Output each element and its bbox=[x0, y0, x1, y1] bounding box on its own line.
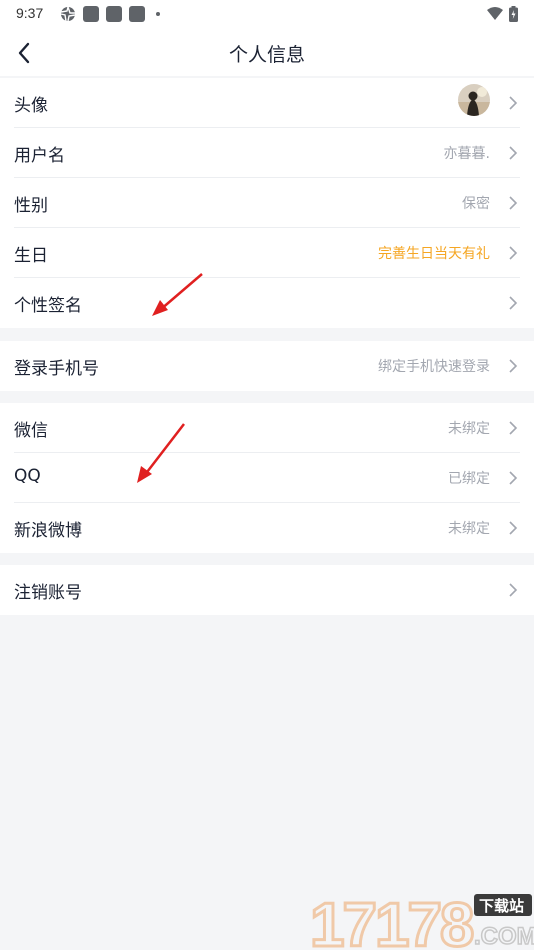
row-label: QQ bbox=[14, 466, 41, 486]
battery-icon bbox=[509, 6, 518, 22]
wechat-row[interactable]: 微信 未绑定 bbox=[0, 403, 534, 453]
status-bar: 9:37 bbox=[0, 0, 534, 30]
chevron-right-icon bbox=[509, 471, 518, 485]
notification-icon bbox=[129, 6, 145, 22]
nav-header: 个人信息 bbox=[0, 30, 534, 76]
svg-text:下载站: 下载站 bbox=[479, 897, 524, 915]
chevron-right-icon bbox=[509, 196, 518, 210]
birthday-value: 完善生日当天有礼 bbox=[378, 246, 490, 262]
row-label: 注销账号 bbox=[14, 583, 82, 603]
wechat-value: 未绑定 bbox=[448, 421, 490, 437]
phone-group: 登录手机号 绑定手机快速登录 bbox=[0, 341, 534, 391]
page-title: 个人信息 bbox=[228, 44, 305, 66]
chevron-right-icon bbox=[509, 421, 518, 435]
row-label: 性别 bbox=[14, 196, 48, 216]
username-row[interactable]: 用户名 亦暮暮. bbox=[0, 128, 534, 178]
status-system-icons bbox=[487, 6, 518, 22]
username-value: 亦暮暮. bbox=[443, 146, 490, 162]
aperture-icon bbox=[60, 6, 76, 22]
weibo-row[interactable]: 新浪微博 未绑定 bbox=[0, 503, 534, 553]
gender-value: 保密 bbox=[462, 196, 490, 212]
status-notification-icons bbox=[60, 6, 160, 22]
chevron-right-icon bbox=[509, 146, 518, 160]
notification-icon bbox=[83, 6, 99, 22]
avatar[interactable] bbox=[458, 84, 490, 116]
notification-icon bbox=[106, 6, 122, 22]
qq-row[interactable]: QQ 已绑定 bbox=[0, 453, 534, 503]
chevron-right-icon bbox=[509, 359, 518, 373]
row-label: 用户名 bbox=[14, 146, 65, 166]
more-notifications-dot-icon bbox=[156, 12, 160, 16]
chevron-right-icon bbox=[509, 96, 518, 110]
row-label: 新浪微博 bbox=[14, 521, 82, 541]
chevron-right-icon bbox=[509, 521, 518, 535]
row-label: 微信 bbox=[14, 421, 48, 441]
row-label: 头像 bbox=[14, 96, 48, 116]
gender-row[interactable]: 性别 保密 bbox=[0, 178, 534, 228]
birthday-row[interactable]: 生日 完善生日当天有礼 bbox=[0, 228, 534, 278]
weibo-value: 未绑定 bbox=[448, 521, 490, 537]
row-label: 登录手机号 bbox=[14, 359, 99, 379]
wifi-icon bbox=[487, 7, 503, 20]
svg-text:.COM: .COM bbox=[474, 923, 534, 950]
chevron-right-icon bbox=[509, 246, 518, 260]
watermark-logo: 17178 下载站 .COM bbox=[309, 888, 534, 950]
svg-text:17178: 17178 bbox=[310, 891, 473, 950]
profile-basic-group: 头像 用户名 亦暮暮. 性别 保密 生日 完善生日当天有礼 个性签名 bbox=[0, 78, 534, 328]
chevron-right-icon bbox=[509, 583, 518, 597]
signature-row[interactable]: 个性签名 bbox=[0, 278, 534, 328]
row-label: 生日 bbox=[14, 246, 48, 266]
chevron-right-icon bbox=[509, 296, 518, 310]
cancel-account-row[interactable]: 注销账号 bbox=[0, 565, 534, 615]
avatar-row[interactable]: 头像 bbox=[0, 78, 534, 128]
phone-row[interactable]: 登录手机号 绑定手机快速登录 bbox=[0, 341, 534, 391]
qq-value: 已绑定 bbox=[448, 471, 490, 487]
row-label: 个性签名 bbox=[14, 296, 82, 316]
status-time: 9:37 bbox=[16, 5, 44, 21]
linked-accounts-group: 微信 未绑定 QQ 已绑定 新浪微博 未绑定 bbox=[0, 403, 534, 553]
phone-value: 绑定手机快速登录 bbox=[378, 359, 490, 375]
account-cancel-group: 注销账号 bbox=[0, 565, 534, 615]
